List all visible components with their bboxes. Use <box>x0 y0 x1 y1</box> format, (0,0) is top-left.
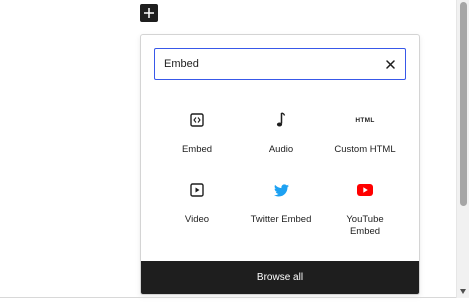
scroll-down-arrow-icon[interactable] <box>460 289 466 294</box>
browse-all-button[interactable]: Browse all <box>141 261 419 294</box>
youtube-icon <box>357 184 373 196</box>
search-input[interactable] <box>164 49 364 78</box>
block-inserter-popover: Embed Audio HTML Custom HTML Video <box>140 34 420 295</box>
block-label: Custom HTML <box>334 144 396 155</box>
block-label: YouTube Embed <box>346 214 384 237</box>
search-box <box>154 48 406 80</box>
clear-search-button[interactable] <box>383 57 397 71</box>
embed-icon <box>190 113 204 127</box>
video-icon <box>190 183 204 197</box>
block-item-custom-html[interactable]: HTML Custom HTML <box>323 108 407 156</box>
music-note-icon <box>276 112 286 127</box>
close-icon <box>385 59 395 69</box>
twitter-icon <box>273 183 289 196</box>
block-label: Twitter Embed <box>250 214 312 225</box>
block-item-audio[interactable]: Audio <box>239 108 323 156</box>
scrollbar[interactable] <box>456 0 469 298</box>
block-item-youtube-embed[interactable]: YouTube Embed <box>323 178 407 238</box>
plus-icon <box>144 8 154 18</box>
add-block-button[interactable] <box>140 4 158 22</box>
block-label: Audio <box>268 144 294 155</box>
block-label: Video <box>184 214 210 225</box>
block-label: Embed <box>181 144 213 155</box>
browse-all-label: Browse all <box>256 272 304 283</box>
html-icon: HTML <box>355 116 375 124</box>
divider <box>0 297 456 298</box>
scrollbar-thumb[interactable] <box>460 2 467 206</box>
block-item-twitter-embed[interactable]: Twitter Embed <box>239 178 323 226</box>
block-item-embed[interactable]: Embed <box>155 108 239 156</box>
block-item-video[interactable]: Video <box>155 178 239 226</box>
